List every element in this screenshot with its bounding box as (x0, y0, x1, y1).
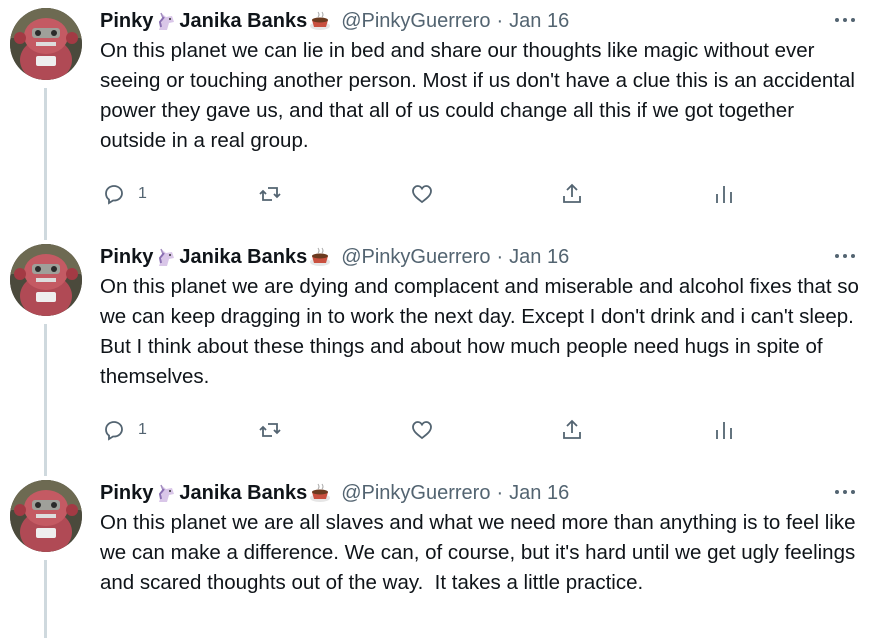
more-horizontal-icon[interactable] (833, 10, 857, 30)
heart-icon (412, 185, 432, 204)
avatar[interactable] (10, 244, 82, 316)
heart-icon (412, 421, 432, 440)
share-icon (563, 183, 581, 203)
retweet-icon (259, 187, 281, 201)
tweet[interactable]: Pinky Janika Banks @PinkyGuerrero · Jan … (0, 0, 877, 236)
separator-dot: · (496, 245, 504, 268)
analytics-bars-icon (716, 422, 732, 439)
reply-count: 1 (138, 421, 147, 438)
like-button[interactable] (410, 176, 434, 212)
tweet-header: Pinky Janika Banks @PinkyGuerrero · Jan … (100, 244, 569, 270)
tweet-actions: 1 (100, 412, 740, 448)
share-button[interactable] (560, 412, 584, 448)
reply-count: 1 (138, 185, 147, 202)
user-handle[interactable]: @PinkyGuerrero (341, 10, 490, 33)
tweet-header: Pinky Janika Banks @PinkyGuerrero · Jan … (100, 8, 569, 34)
unicorn-emoji-icon (155, 10, 177, 32)
share-button[interactable] (560, 176, 584, 212)
separator-dot: · (496, 481, 504, 504)
avatar[interactable] (10, 480, 82, 552)
tweet-text: On this planet we are dying and complace… (100, 275, 865, 388)
retweet-button[interactable] (258, 176, 282, 212)
display-name-second[interactable]: Janika Banks (179, 10, 307, 33)
coffee-cup-emoji-icon (309, 482, 331, 504)
tweet-date[interactable]: Jan 16 (509, 246, 569, 269)
tweet-text: On this planet we can lie in bed and sha… (100, 39, 861, 152)
tweet[interactable]: Pinky Janika Banks @PinkyGuerrero · Jan … (0, 472, 877, 638)
coffee-cup-emoji-icon (309, 246, 331, 268)
tweet[interactable]: Pinky Janika Banks @PinkyGuerrero · Jan … (0, 236, 877, 472)
analytics-button[interactable] (712, 176, 736, 212)
unicorn-emoji-icon (155, 246, 177, 268)
retweet-button[interactable] (258, 412, 282, 448)
display-name-first[interactable]: Pinky (100, 246, 153, 269)
reply-button[interactable]: 1 (102, 412, 147, 448)
display-name-second[interactable]: Janika Banks (179, 482, 307, 505)
tweet-actions: 1 (100, 176, 740, 212)
user-handle[interactable]: @PinkyGuerrero (341, 246, 490, 269)
more-horizontal-icon[interactable] (833, 246, 857, 266)
retweet-icon (259, 423, 281, 437)
reply-button[interactable]: 1 (102, 176, 147, 212)
more-horizontal-icon[interactable] (833, 482, 857, 502)
share-icon (563, 419, 581, 439)
separator-dot: · (496, 9, 504, 32)
reply-bubble-icon (105, 421, 123, 441)
unicorn-emoji-icon (155, 482, 177, 504)
analytics-button[interactable] (712, 412, 736, 448)
display-name-first[interactable]: Pinky (100, 10, 153, 33)
user-handle[interactable]: @PinkyGuerrero (341, 482, 490, 505)
coffee-cup-emoji-icon (309, 10, 331, 32)
display-name-second[interactable]: Janika Banks (179, 246, 307, 269)
avatar[interactable] (10, 8, 82, 80)
tweet-text: On this planet we are all slaves and wha… (100, 511, 862, 594)
tweet-date[interactable]: Jan 16 (509, 482, 569, 505)
like-button[interactable] (410, 412, 434, 448)
analytics-bars-icon (716, 186, 732, 203)
tweet-date[interactable]: Jan 16 (509, 10, 569, 33)
tweet-header: Pinky Janika Banks @PinkyGuerrero · Jan … (100, 480, 569, 506)
reply-bubble-icon (105, 185, 123, 205)
display-name-first[interactable]: Pinky (100, 482, 153, 505)
